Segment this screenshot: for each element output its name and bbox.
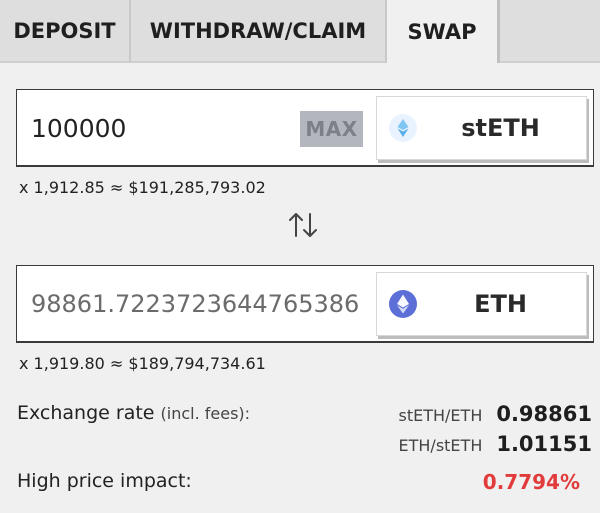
- rate-value: 1.01151: [496, 432, 592, 456]
- price-impact-value: 0.7794%: [482, 470, 580, 494]
- exchange-rate-note: (incl. fees):: [160, 404, 251, 423]
- swap-arrows-icon[interactable]: [286, 208, 320, 242]
- to-token-label: ETH: [474, 290, 527, 318]
- from-amount-box: 100000 MAX stETH: [16, 89, 594, 167]
- from-usd-conversion: x 1,912.85 ≈ $191,285,793.02: [19, 178, 266, 197]
- rate-pair: ETH/stETH: [398, 436, 483, 455]
- from-token-label: stETH: [461, 114, 540, 142]
- to-usd-conversion: x 1,919.80 ≈ $189,794,734.61: [19, 354, 266, 373]
- rate-pair: stETH/ETH: [398, 406, 483, 425]
- to-token-selector[interactable]: ETH: [376, 272, 587, 336]
- from-amount-input[interactable]: 100000: [31, 90, 126, 166]
- max-button[interactable]: MAX: [300, 111, 363, 147]
- tab-withdraw-claim[interactable]: WITHDRAW/CLAIM: [131, 0, 387, 63]
- tab-bar: DEPOSIT WITHDRAW/CLAIM SWAP: [0, 0, 600, 63]
- to-amount-box: 98861.7223723644765386 ETH: [16, 265, 594, 343]
- price-impact-label: High price impact:: [17, 470, 192, 492]
- rate-row-steth-eth: stETH/ETH 0.98861: [399, 402, 592, 426]
- exchange-rate-label: Exchange rate (incl. fees):: [17, 402, 250, 424]
- tab-deposit[interactable]: DEPOSIT: [0, 0, 131, 63]
- tab-swap[interactable]: SWAP: [387, 0, 500, 63]
- tab-bar-filler: [500, 0, 600, 63]
- exchange-rate-text: Exchange rate: [17, 402, 155, 424]
- rate-value: 0.98861: [496, 402, 592, 426]
- rate-row-eth-steth: ETH/stETH 1.01151: [399, 432, 592, 456]
- from-token-selector[interactable]: stETH: [376, 96, 587, 160]
- to-amount-output: 98861.7223723644765386: [31, 290, 360, 318]
